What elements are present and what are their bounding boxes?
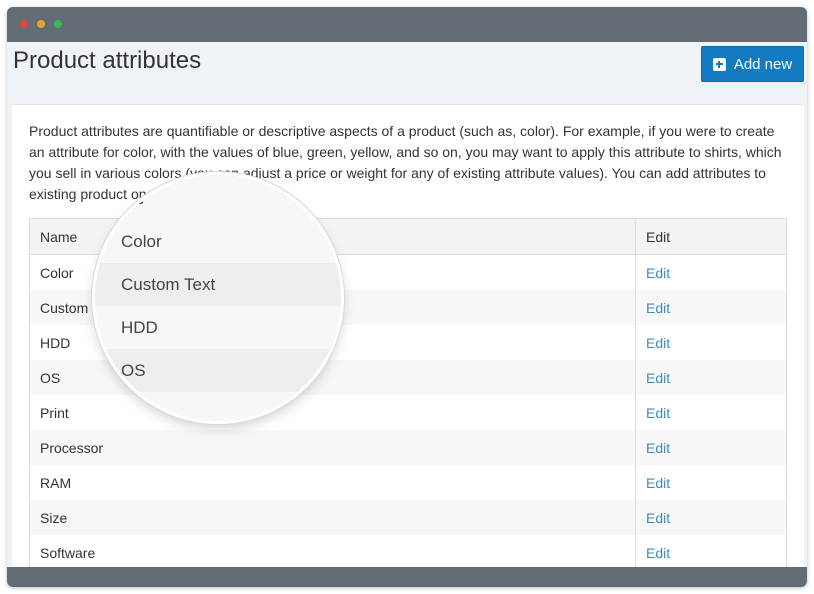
edit-link[interactable]: Edit xyxy=(646,335,670,351)
edit-link[interactable]: Edit xyxy=(646,475,670,491)
magnified-item: Custom Text xyxy=(95,263,341,306)
table-row: Processor Edit xyxy=(29,430,787,465)
edit-link[interactable]: Edit xyxy=(646,300,670,316)
attribute-name: Size xyxy=(29,500,636,535)
magnified-item: HDD xyxy=(95,306,341,349)
edit-link[interactable]: Edit xyxy=(646,405,670,421)
magnifier-lens: me Color Custom Text HDD OS xyxy=(95,175,341,421)
column-header-edit: Edit xyxy=(635,218,787,255)
plus-square-icon xyxy=(712,57,726,71)
close-window-dot[interactable] xyxy=(20,20,28,28)
table-row: Size Edit xyxy=(29,500,787,535)
edit-link[interactable]: Edit xyxy=(646,510,670,526)
magnified-header: me xyxy=(95,177,341,220)
magnified-item: Color xyxy=(95,220,341,263)
minimize-window-dot[interactable] xyxy=(37,20,45,28)
magnified-item: OS xyxy=(95,349,341,392)
window-titlebar xyxy=(7,7,807,42)
window-statusbar xyxy=(7,567,807,587)
magnified-item xyxy=(95,392,341,421)
add-new-label: Add new xyxy=(733,55,793,73)
attribute-name: RAM xyxy=(29,465,636,500)
attribute-name: Processor xyxy=(29,430,636,465)
edit-link[interactable]: Edit xyxy=(646,440,670,456)
table-row: Software Edit xyxy=(29,535,787,570)
add-new-button[interactable]: Add new xyxy=(701,46,804,82)
page-title: Product attributes xyxy=(13,47,202,74)
edit-link[interactable]: Edit xyxy=(646,370,670,386)
edit-link[interactable]: Edit xyxy=(646,265,670,281)
attribute-name: Software xyxy=(29,535,636,570)
table-row: RAM Edit xyxy=(29,465,787,500)
edit-link[interactable]: Edit xyxy=(646,545,670,561)
maximize-window-dot[interactable] xyxy=(54,20,62,28)
